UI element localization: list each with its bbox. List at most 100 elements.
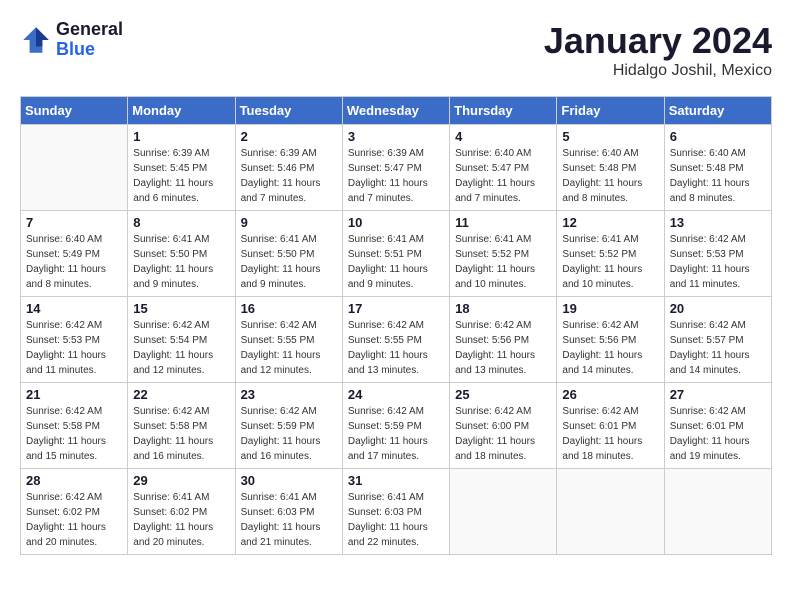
day-info: Sunrise: 6:40 AMSunset: 5:48 PMDaylight:… [670, 148, 750, 204]
day-info: Sunrise: 6:41 AMSunset: 6:03 PMDaylight:… [348, 492, 428, 548]
calendar-cell: 9 Sunrise: 6:41 AMSunset: 5:50 PMDayligh… [235, 211, 342, 297]
day-number: 12 [562, 215, 658, 230]
calendar-cell: 21 Sunrise: 6:42 AMSunset: 5:58 PMDaylig… [21, 383, 128, 469]
calendar-cell: 11 Sunrise: 6:41 AMSunset: 5:52 PMDaylig… [450, 211, 557, 297]
day-info: Sunrise: 6:41 AMSunset: 6:02 PMDaylight:… [133, 492, 213, 548]
day-number: 7 [26, 215, 122, 230]
calendar-cell: 13 Sunrise: 6:42 AMSunset: 5:53 PMDaylig… [664, 211, 771, 297]
day-info: Sunrise: 6:42 AMSunset: 5:54 PMDaylight:… [133, 320, 213, 376]
calendar-cell [450, 469, 557, 555]
calendar-cell: 2 Sunrise: 6:39 AMSunset: 5:46 PMDayligh… [235, 125, 342, 211]
day-number: 1 [133, 129, 229, 144]
day-info: Sunrise: 6:41 AMSunset: 5:50 PMDaylight:… [133, 234, 213, 290]
calendar-cell: 27 Sunrise: 6:42 AMSunset: 6:01 PMDaylig… [664, 383, 771, 469]
header-saturday: Saturday [664, 97, 771, 125]
calendar-cell: 6 Sunrise: 6:40 AMSunset: 5:48 PMDayligh… [664, 125, 771, 211]
day-number: 10 [348, 215, 444, 230]
logo-general: General [56, 20, 123, 40]
calendar-header-row: SundayMondayTuesdayWednesdayThursdayFrid… [21, 97, 772, 125]
logo: General Blue [20, 20, 123, 60]
day-number: 22 [133, 387, 229, 402]
day-info: Sunrise: 6:42 AMSunset: 5:55 PMDaylight:… [241, 320, 321, 376]
header-thursday: Thursday [450, 97, 557, 125]
header-wednesday: Wednesday [342, 97, 449, 125]
day-info: Sunrise: 6:42 AMSunset: 6:01 PMDaylight:… [670, 406, 750, 462]
calendar-week-1: 1 Sunrise: 6:39 AMSunset: 5:45 PMDayligh… [21, 125, 772, 211]
day-number: 11 [455, 215, 551, 230]
day-number: 29 [133, 473, 229, 488]
calendar-cell: 3 Sunrise: 6:39 AMSunset: 5:47 PMDayligh… [342, 125, 449, 211]
day-number: 26 [562, 387, 658, 402]
calendar-cell: 14 Sunrise: 6:42 AMSunset: 5:53 PMDaylig… [21, 297, 128, 383]
calendar-cell: 1 Sunrise: 6:39 AMSunset: 5:45 PMDayligh… [128, 125, 235, 211]
header-monday: Monday [128, 97, 235, 125]
day-info: Sunrise: 6:42 AMSunset: 5:56 PMDaylight:… [455, 320, 535, 376]
title-block: January 2024 Hidalgo Joshil, Mexico [544, 20, 772, 80]
calendar-cell: 26 Sunrise: 6:42 AMSunset: 6:01 PMDaylig… [557, 383, 664, 469]
header-tuesday: Tuesday [235, 97, 342, 125]
day-number: 18 [455, 301, 551, 316]
day-info: Sunrise: 6:42 AMSunset: 5:58 PMDaylight:… [26, 406, 106, 462]
day-number: 27 [670, 387, 766, 402]
day-info: Sunrise: 6:40 AMSunset: 5:47 PMDaylight:… [455, 148, 535, 204]
logo-text: General Blue [56, 20, 123, 60]
day-info: Sunrise: 6:42 AMSunset: 5:55 PMDaylight:… [348, 320, 428, 376]
calendar-cell: 24 Sunrise: 6:42 AMSunset: 5:59 PMDaylig… [342, 383, 449, 469]
day-info: Sunrise: 6:42 AMSunset: 6:01 PMDaylight:… [562, 406, 642, 462]
day-info: Sunrise: 6:42 AMSunset: 5:59 PMDaylight:… [241, 406, 321, 462]
day-number: 5 [562, 129, 658, 144]
calendar-cell: 25 Sunrise: 6:42 AMSunset: 6:00 PMDaylig… [450, 383, 557, 469]
day-info: Sunrise: 6:42 AMSunset: 5:58 PMDaylight:… [133, 406, 213, 462]
day-number: 30 [241, 473, 337, 488]
calendar-week-2: 7 Sunrise: 6:40 AMSunset: 5:49 PMDayligh… [21, 211, 772, 297]
calendar-cell: 29 Sunrise: 6:41 AMSunset: 6:02 PMDaylig… [128, 469, 235, 555]
day-info: Sunrise: 6:39 AMSunset: 5:45 PMDaylight:… [133, 148, 213, 204]
day-number: 16 [241, 301, 337, 316]
calendar-cell: 17 Sunrise: 6:42 AMSunset: 5:55 PMDaylig… [342, 297, 449, 383]
day-number: 28 [26, 473, 122, 488]
day-info: Sunrise: 6:39 AMSunset: 5:47 PMDaylight:… [348, 148, 428, 204]
day-number: 9 [241, 215, 337, 230]
day-info: Sunrise: 6:42 AMSunset: 5:53 PMDaylight:… [670, 234, 750, 290]
day-number: 21 [26, 387, 122, 402]
calendar-cell: 31 Sunrise: 6:41 AMSunset: 6:03 PMDaylig… [342, 469, 449, 555]
day-number: 13 [670, 215, 766, 230]
calendar-cell: 8 Sunrise: 6:41 AMSunset: 5:50 PMDayligh… [128, 211, 235, 297]
day-info: Sunrise: 6:41 AMSunset: 5:52 PMDaylight:… [455, 234, 535, 290]
location-title: Hidalgo Joshil, Mexico [544, 62, 772, 80]
calendar-table: SundayMondayTuesdayWednesdayThursdayFrid… [20, 96, 772, 555]
day-number: 25 [455, 387, 551, 402]
day-number: 8 [133, 215, 229, 230]
day-info: Sunrise: 6:40 AMSunset: 5:48 PMDaylight:… [562, 148, 642, 204]
day-number: 24 [348, 387, 444, 402]
calendar-cell: 5 Sunrise: 6:40 AMSunset: 5:48 PMDayligh… [557, 125, 664, 211]
calendar-week-4: 21 Sunrise: 6:42 AMSunset: 5:58 PMDaylig… [21, 383, 772, 469]
calendar-cell: 16 Sunrise: 6:42 AMSunset: 5:55 PMDaylig… [235, 297, 342, 383]
calendar-cell [21, 125, 128, 211]
calendar-week-3: 14 Sunrise: 6:42 AMSunset: 5:53 PMDaylig… [21, 297, 772, 383]
day-number: 6 [670, 129, 766, 144]
day-number: 31 [348, 473, 444, 488]
day-number: 23 [241, 387, 337, 402]
day-info: Sunrise: 6:42 AMSunset: 6:00 PMDaylight:… [455, 406, 535, 462]
calendar-cell [557, 469, 664, 555]
day-info: Sunrise: 6:40 AMSunset: 5:49 PMDaylight:… [26, 234, 106, 290]
header-friday: Friday [557, 97, 664, 125]
day-info: Sunrise: 6:42 AMSunset: 5:59 PMDaylight:… [348, 406, 428, 462]
day-info: Sunrise: 6:41 AMSunset: 6:03 PMDaylight:… [241, 492, 321, 548]
calendar-cell: 19 Sunrise: 6:42 AMSunset: 5:56 PMDaylig… [557, 297, 664, 383]
day-number: 15 [133, 301, 229, 316]
day-info: Sunrise: 6:41 AMSunset: 5:50 PMDaylight:… [241, 234, 321, 290]
day-number: 2 [241, 129, 337, 144]
month-title: January 2024 [544, 20, 772, 62]
calendar-cell: 22 Sunrise: 6:42 AMSunset: 5:58 PMDaylig… [128, 383, 235, 469]
calendar-cell: 15 Sunrise: 6:42 AMSunset: 5:54 PMDaylig… [128, 297, 235, 383]
day-info: Sunrise: 6:39 AMSunset: 5:46 PMDaylight:… [241, 148, 321, 204]
calendar-cell: 20 Sunrise: 6:42 AMSunset: 5:57 PMDaylig… [664, 297, 771, 383]
logo-icon [20, 24, 52, 56]
calendar-cell: 18 Sunrise: 6:42 AMSunset: 5:56 PMDaylig… [450, 297, 557, 383]
logo-blue: Blue [56, 40, 123, 60]
day-info: Sunrise: 6:41 AMSunset: 5:51 PMDaylight:… [348, 234, 428, 290]
day-number: 14 [26, 301, 122, 316]
day-number: 3 [348, 129, 444, 144]
